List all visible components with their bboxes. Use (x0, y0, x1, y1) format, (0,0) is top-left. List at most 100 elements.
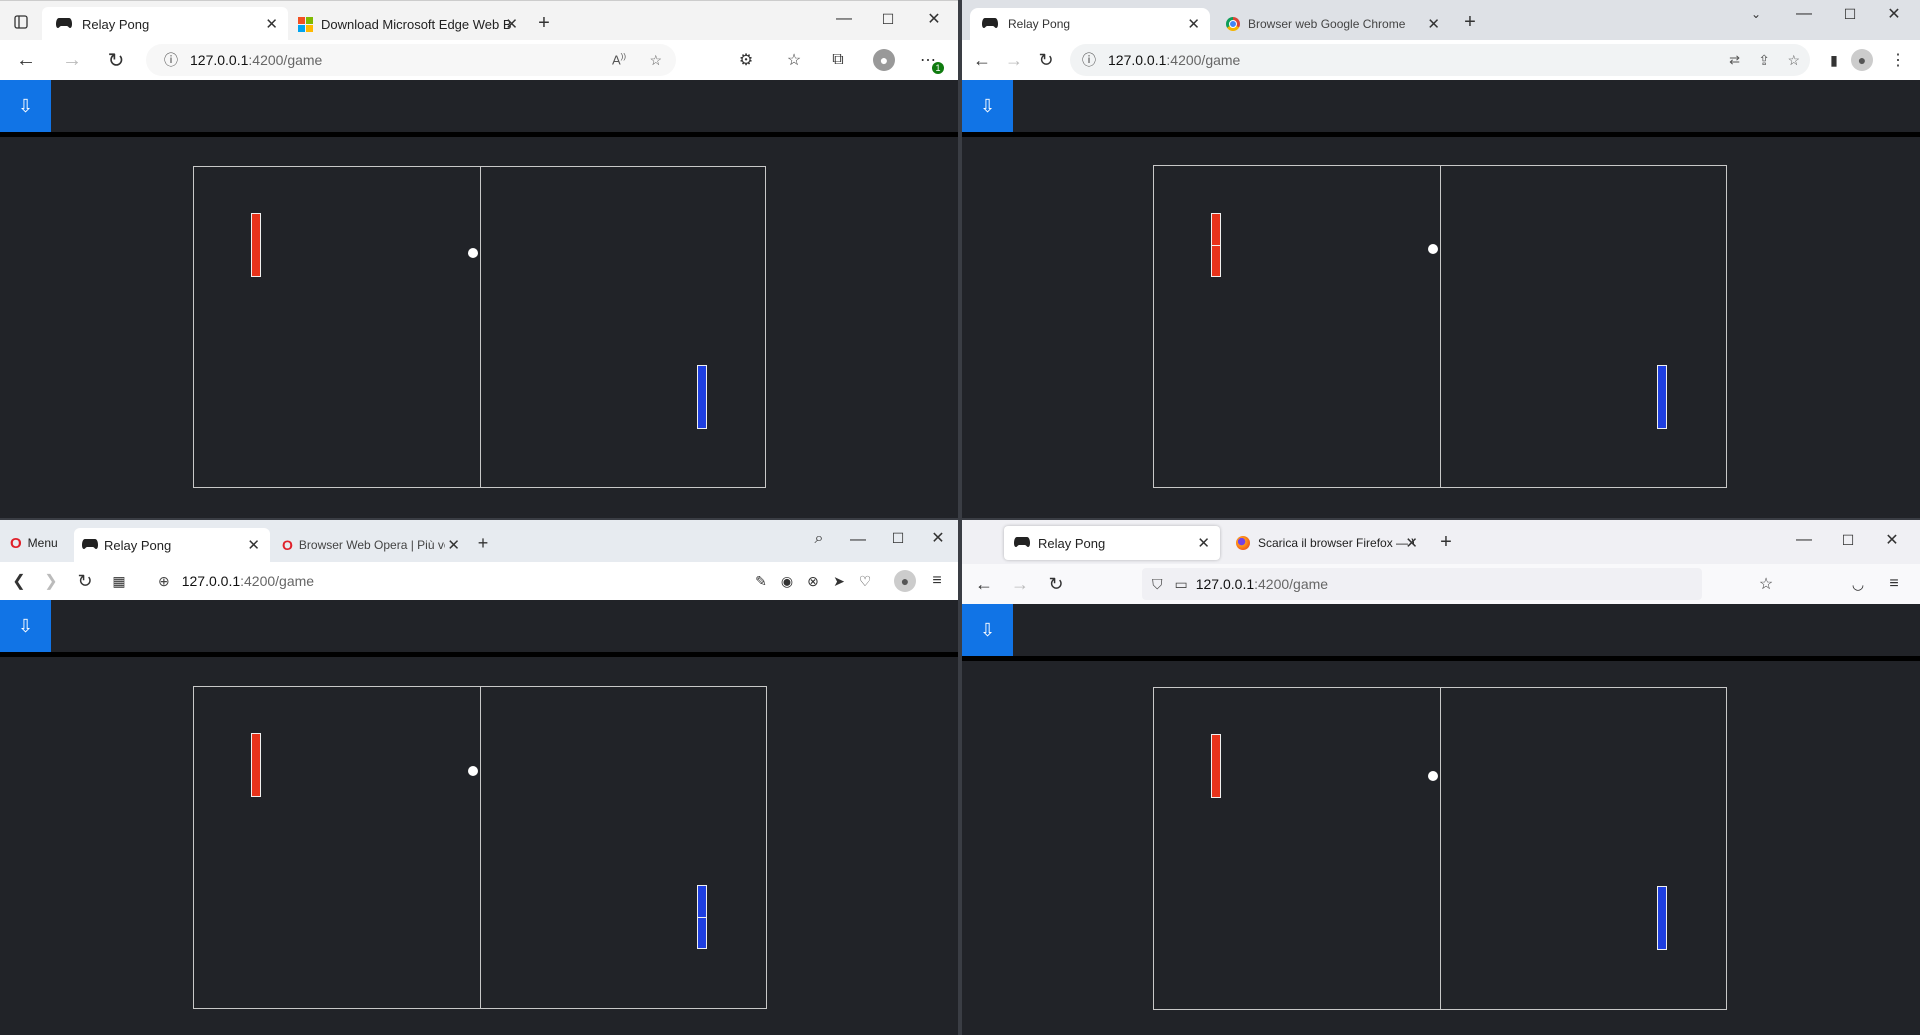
back-icon[interactable]: ← (974, 574, 994, 594)
address-bar[interactable]: ⛉ ▭ 127.0.0.1:4200/game (1142, 568, 1702, 600)
more-menu-icon[interactable]: ⋮ (1888, 50, 1908, 70)
pocket-icon[interactable]: ◡ (1848, 574, 1868, 594)
maximize-icon[interactable]: ☐ (890, 530, 906, 546)
tab-opera-browser[interactable]: O Browser Web Opera | Più ve ✕ (276, 528, 464, 562)
tab-google-chrome[interactable]: Browser web Google Chrome ✕ (1214, 8, 1450, 40)
app-logo-icon[interactable]: ⇩ (0, 600, 51, 652)
tab-relay-pong[interactable]: Relay Pong ✕ (42, 7, 288, 41)
back-icon[interactable]: ❮ (10, 572, 28, 590)
tab-firefox-download[interactable]: Scarica il browser Firefox — Velo ✕ (1226, 526, 1422, 560)
add-favorite-icon[interactable]: ☆ (649, 52, 662, 69)
easy-setup-icon[interactable]: ≡ (928, 572, 946, 590)
refresh-icon[interactable]: ↻ (76, 571, 94, 591)
address-bar[interactable]: ⊕ 127.0.0.1:4200/game (154, 566, 734, 596)
address-bar[interactable]: ⓘ 127.0.0.1:4200/game ⇄ ⇪ ☆ (1070, 44, 1810, 76)
close-tab-icon[interactable]: ✕ (247, 536, 260, 554)
new-tab-icon[interactable]: + (534, 12, 554, 34)
send-icon[interactable]: ➤ (830, 572, 848, 590)
collections-icon[interactable]: ⧉ (828, 50, 848, 70)
profile-avatar[interactable]: ● (894, 570, 916, 592)
side-panel-icon[interactable]: ▮ (1824, 50, 1844, 70)
forward-icon[interactable]: → (1004, 50, 1024, 70)
tab-title: Relay Pong (82, 16, 150, 32)
shield-icon[interactable]: ⛉ (1152, 576, 1163, 593)
favorites-icon[interactable]: ☆ (784, 50, 804, 70)
tab-relay-pong[interactable]: Relay Pong ✕ (74, 528, 270, 562)
share-icon[interactable]: ⇪ (1758, 52, 1770, 69)
edit-icon[interactable]: ✎ (752, 572, 770, 590)
tab-actions-icon[interactable] (12, 13, 30, 31)
app-logo-icon[interactable]: ⇩ (0, 80, 51, 132)
tab-relay-pong[interactable]: Relay Pong ✕ (970, 8, 1210, 40)
refresh-icon[interactable]: ↻ (1046, 574, 1066, 594)
bookmark-star-icon[interactable]: ☆ (1787, 52, 1800, 69)
opera-logo-icon: O (282, 537, 293, 553)
close-window-icon[interactable]: ✕ (1886, 6, 1902, 23)
tab-search-icon[interactable]: ⌄ (1748, 6, 1764, 22)
adblock-icon[interactable]: ⊗ (804, 572, 822, 590)
extensions-icon[interactable]: ⚙ (736, 50, 756, 70)
tab-download-edge[interactable]: Download Microsoft Edge Web B ✕ (288, 7, 528, 41)
profile-avatar[interactable]: ● (873, 49, 895, 71)
back-icon[interactable]: ← (16, 49, 36, 71)
url-host: 127.0.0.1 (1108, 52, 1167, 68)
forward-icon[interactable]: → (62, 49, 82, 71)
refresh-icon[interactable]: ↻ (106, 50, 126, 72)
refresh-icon[interactable]: ↻ (1036, 50, 1056, 70)
chrome-window: Relay Pong ✕ Browser web Google Chrome ✕… (962, 0, 1920, 518)
maximize-icon[interactable]: ☐ (1840, 532, 1856, 548)
minimize-icon[interactable]: — (836, 10, 852, 27)
close-tab-icon[interactable]: ✕ (1187, 15, 1200, 33)
app-menu-icon[interactable]: ≡ (1884, 574, 1904, 594)
new-tab-icon[interactable]: + (1460, 11, 1480, 33)
left-paddle (251, 733, 261, 797)
back-icon[interactable]: ← (972, 50, 992, 70)
edge-tabstrip: Relay Pong ✕ Download Microsoft Edge Web… (0, 0, 958, 41)
gamepad-icon (1014, 536, 1030, 551)
new-tab-icon[interactable]: + (474, 533, 492, 553)
profile-avatar[interactable]: ● (1851, 49, 1873, 71)
close-window-icon[interactable]: ✕ (930, 530, 946, 547)
new-tab-icon[interactable]: + (1436, 531, 1456, 553)
address-bar[interactable]: ⓘ 127.0.0.1:4200/game A)) ☆ (146, 44, 676, 76)
info-icon[interactable]: ⓘ (164, 50, 178, 70)
minimize-icon[interactable]: — (850, 531, 866, 548)
app-logo-icon[interactable]: ⇩ (962, 80, 1013, 132)
maximize-icon[interactable]: ☐ (1842, 6, 1858, 22)
snapshot-icon[interactable]: ◉ (778, 572, 796, 590)
close-window-icon[interactable]: ✕ (1884, 532, 1900, 549)
close-tab-icon[interactable]: ✕ (447, 536, 460, 554)
app-header: ⇩ (962, 604, 1920, 661)
firefox-toolbar: ← → ↻ ⛉ ▭ 127.0.0.1:4200/game ☆ ◡ ≡ (962, 564, 1920, 604)
maximize-icon[interactable]: ☐ (880, 11, 896, 27)
menu-label: Menu (27, 536, 58, 550)
tab-relay-pong[interactable]: Relay Pong ✕ (1004, 526, 1220, 560)
close-tab-icon[interactable]: ✕ (1427, 15, 1440, 33)
notification-badge: 1 (932, 62, 944, 74)
opera-menu-button[interactable]: O Menu (10, 532, 70, 554)
close-tab-icon[interactable]: ✕ (1405, 534, 1418, 552)
read-aloud-icon[interactable]: A)) (612, 52, 626, 67)
minimize-icon[interactable]: — (1796, 531, 1812, 548)
tab-title: Scarica il browser Firefox — Velo (1258, 536, 1414, 550)
minimize-icon[interactable]: — (1796, 5, 1812, 22)
close-tab-icon[interactable]: ✕ (1197, 534, 1210, 552)
close-tab-icon[interactable]: ✕ (505, 15, 518, 33)
close-tab-icon[interactable]: ✕ (265, 15, 278, 33)
url-host: 127.0.0.1 (181, 573, 241, 589)
app-logo-icon[interactable]: ⇩ (962, 604, 1013, 656)
center-net (1440, 688, 1441, 1009)
search-tabs-icon[interactable]: ⌕ (810, 530, 828, 548)
bookmark-star-icon[interactable]: ☆ (1756, 574, 1776, 594)
info-icon[interactable]: ⓘ (1082, 50, 1096, 70)
pong-court (193, 166, 766, 488)
speed-dial-icon[interactable]: ▦ (110, 572, 128, 590)
heart-icon[interactable]: ♡ (856, 572, 874, 590)
center-net (479, 167, 481, 487)
forward-icon[interactable]: → (1010, 574, 1030, 594)
globe-icon: ⊕ (158, 572, 170, 589)
close-window-icon[interactable]: ✕ (926, 11, 942, 28)
translate-icon[interactable]: ⇄ (1729, 52, 1740, 68)
url-path: :4200/game (1166, 52, 1241, 68)
forward-icon[interactable]: ❯ (42, 572, 60, 590)
